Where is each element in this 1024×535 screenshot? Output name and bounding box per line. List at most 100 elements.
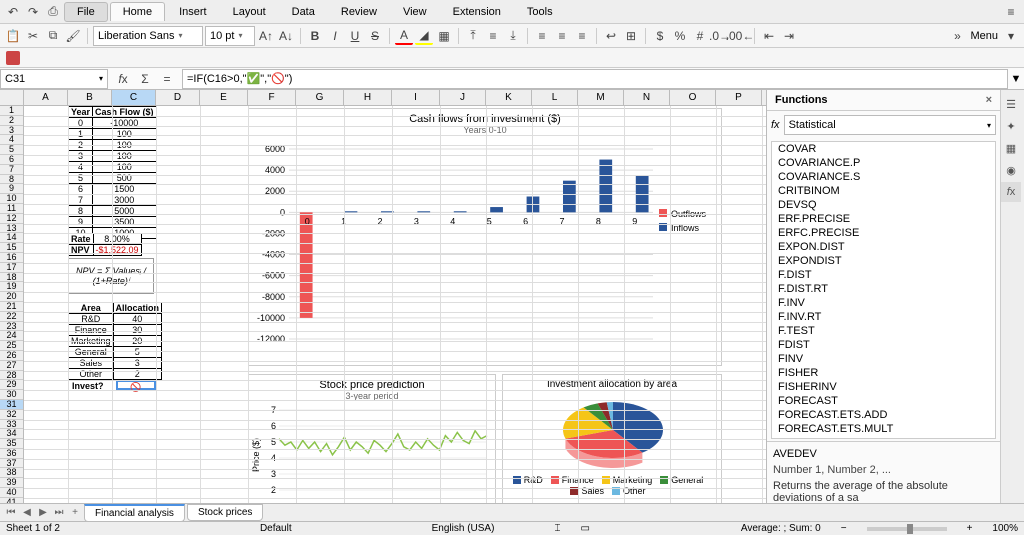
function-item[interactable]: ERFC.PRECISE: [772, 226, 995, 240]
function-item[interactable]: ERF.PRECISE: [772, 212, 995, 226]
sidebar-tab-navigator-icon[interactable]: ◉: [1001, 160, 1021, 180]
sheet-add-icon[interactable]: +: [68, 507, 82, 518]
category-dropdown[interactable]: Statistical▾: [784, 115, 996, 135]
col-header[interactable]: K: [486, 90, 532, 105]
wrap-icon[interactable]: ↩: [602, 27, 620, 45]
invest-cell[interactable]: 🚫: [116, 380, 156, 390]
menu-label[interactable]: Menu: [970, 30, 998, 42]
col-header[interactable]: B: [68, 90, 112, 105]
zoom-in-icon[interactable]: +: [967, 523, 973, 534]
sidebar-tab-properties-icon[interactable]: ☰: [1001, 94, 1021, 114]
format-paint-icon[interactable]: 🖌: [64, 27, 82, 45]
function-list[interactable]: COVARCOVARIANCE.PCOVARIANCE.SCRITBINOMDE…: [771, 141, 996, 439]
cells-canvas[interactable]: YearCash Flow ($) 0-10000110021003100410…: [24, 106, 766, 510]
zoom-out-icon[interactable]: −: [841, 523, 847, 534]
sheet-prev-icon[interactable]: ◀: [20, 507, 34, 518]
col-header[interactable]: E: [200, 90, 248, 105]
menu-tools[interactable]: Tools: [515, 3, 565, 21]
col-header[interactable]: L: [532, 90, 578, 105]
col-header[interactable]: D: [156, 90, 200, 105]
sidebar-tab-functions-icon[interactable]: fx: [1001, 182, 1021, 202]
chart-cashflows[interactable]: Cash flows from investment ($) Years 0-1…: [248, 108, 722, 366]
bold-icon[interactable]: B: [306, 27, 324, 45]
function-item[interactable]: F.TEST: [772, 324, 995, 338]
undo-icon[interactable]: ↶: [4, 3, 22, 21]
sheet-first-icon[interactable]: ⏮: [4, 507, 18, 518]
menu-layout[interactable]: Layout: [221, 3, 278, 21]
function-item[interactable]: COVARIANCE.P: [772, 156, 995, 170]
status-insert-mode-icon[interactable]: ⌶: [554, 523, 560, 534]
font-size-dropdown[interactable]: 10 pt▾: [205, 26, 255, 46]
strike-icon[interactable]: S: [366, 27, 384, 45]
indent-inc-icon[interactable]: ⇥: [780, 27, 798, 45]
menu-view[interactable]: View: [391, 3, 439, 21]
status-lang[interactable]: English (USA): [432, 523, 495, 534]
align-bottom-icon[interactable]: ⤓: [504, 27, 522, 45]
function-item[interactable]: FDIST: [772, 338, 995, 352]
function-item[interactable]: FORECAST.ETS.PI.ADD: [772, 436, 995, 439]
menu-home[interactable]: Home: [110, 2, 165, 21]
col-header[interactable]: O: [670, 90, 716, 105]
sidebar-tab-styles-icon[interactable]: ✦: [1001, 116, 1021, 136]
cut-icon[interactable]: ✂: [24, 27, 42, 45]
function-item[interactable]: FISHER: [772, 366, 995, 380]
currency-icon[interactable]: $: [651, 27, 669, 45]
sheet-last-icon[interactable]: ⏭: [52, 507, 66, 518]
percent-icon[interactable]: %: [671, 27, 689, 45]
number-icon[interactable]: #: [691, 27, 709, 45]
paste-icon[interactable]: 📋: [4, 27, 22, 45]
italic-icon[interactable]: I: [326, 27, 344, 45]
sheet-area[interactable]: ABCDEFGHIJKLMNOP 12345678910111213141516…: [0, 90, 766, 510]
col-header[interactable]: C: [112, 90, 156, 105]
name-box[interactable]: C31▾: [0, 69, 108, 89]
menu-chevron-icon[interactable]: ▾: [1002, 27, 1020, 45]
redo-icon[interactable]: ↷: [24, 3, 42, 21]
menu-data[interactable]: Data: [280, 3, 327, 21]
fill-color-icon[interactable]: ◢: [415, 27, 433, 45]
function-item[interactable]: F.DIST.RT: [772, 282, 995, 296]
col-header[interactable]: H: [344, 90, 392, 105]
function-item[interactable]: DEVSQ: [772, 198, 995, 212]
align-right-icon[interactable]: ≡: [573, 27, 591, 45]
col-header[interactable]: G: [296, 90, 344, 105]
font-name-dropdown[interactable]: Liberation Sans▾: [93, 26, 203, 46]
shrink-font-icon[interactable]: A↓: [277, 27, 295, 45]
function-item[interactable]: F.DIST: [772, 268, 995, 282]
align-mid-icon[interactable]: ≡: [484, 27, 502, 45]
equals-icon[interactable]: =: [158, 70, 176, 88]
function-item[interactable]: F.INV: [772, 296, 995, 310]
menu-file[interactable]: File: [64, 2, 108, 22]
function-item[interactable]: CRITBINOM: [772, 184, 995, 198]
indent-dec-icon[interactable]: ⇤: [760, 27, 778, 45]
status-selection-mode-icon[interactable]: ▭: [580, 523, 589, 534]
function-item[interactable]: COVARIANCE.S: [772, 170, 995, 184]
menu-review[interactable]: Review: [329, 3, 389, 21]
align-left-icon[interactable]: ≡: [533, 27, 551, 45]
col-header[interactable]: A: [24, 90, 68, 105]
col-header[interactable]: P: [716, 90, 762, 105]
sidebar-tab-gallery-icon[interactable]: ▦: [1001, 138, 1021, 158]
function-item[interactable]: COVAR: [772, 142, 995, 156]
hamburger-icon[interactable]: ≡: [1002, 3, 1020, 21]
sum-icon[interactable]: Σ: [136, 70, 154, 88]
close-icon[interactable]: ×: [986, 94, 992, 106]
fx-icon[interactable]: fx: [114, 70, 132, 88]
sheet-tab-stock[interactable]: Stock prices: [187, 504, 263, 521]
formula-expand-icon[interactable]: ▼: [1008, 73, 1024, 85]
select-all-corner[interactable]: [0, 90, 24, 105]
menu-extension[interactable]: Extension: [441, 3, 513, 21]
align-top-icon[interactable]: ⤒: [464, 27, 482, 45]
status-zoom[interactable]: 100%: [992, 523, 1018, 534]
menu-insert[interactable]: Insert: [167, 3, 219, 21]
formula-input[interactable]: =IF(C16>0,"✅","🚫"): [182, 69, 1008, 89]
sheet-next-icon[interactable]: ▶: [36, 507, 50, 518]
col-header[interactable]: F: [248, 90, 296, 105]
collapse-ribbon-icon[interactable]: »: [948, 27, 966, 45]
function-item[interactable]: FORECAST.ETS.ADD: [772, 408, 995, 422]
print-icon[interactable]: ⎙: [44, 3, 62, 21]
grow-font-icon[interactable]: A↑: [257, 27, 275, 45]
font-color-icon[interactable]: A: [395, 27, 413, 45]
border-icon[interactable]: ▦: [435, 27, 453, 45]
function-item[interactable]: FORECAST.ETS.MULT: [772, 422, 995, 436]
zoom-slider[interactable]: [867, 527, 947, 531]
